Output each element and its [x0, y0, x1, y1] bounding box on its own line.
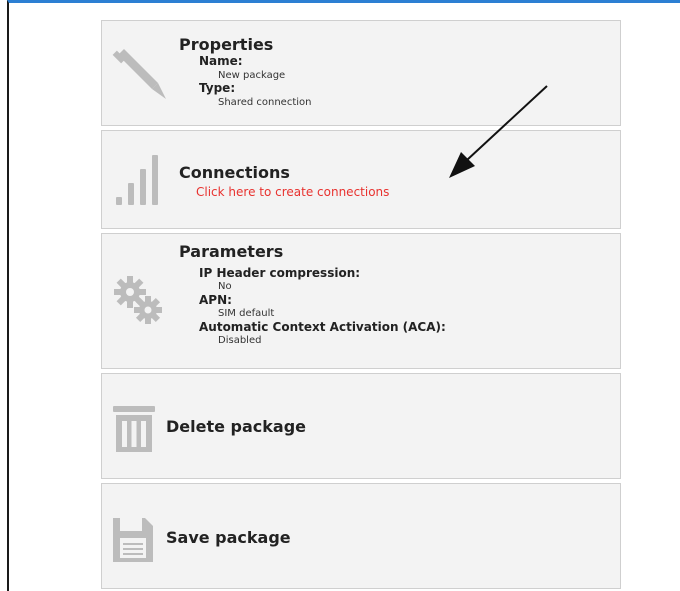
apn-label: APN:	[199, 293, 232, 307]
delete-package-button[interactable]: Delete package	[101, 373, 621, 479]
aca-label: Automatic Context Activation (ACA):	[199, 320, 446, 334]
save-package-label: Save package	[166, 528, 291, 547]
pen-icon	[112, 49, 166, 99]
signal-bars-icon	[116, 155, 158, 205]
gears-icon	[114, 276, 162, 324]
aca-value: Disabled	[218, 335, 262, 346]
ip-header-value: No	[218, 281, 232, 292]
name-label: Name:	[199, 54, 243, 68]
type-value: Shared connection	[218, 97, 312, 108]
connections-title: Connections	[179, 163, 290, 182]
parameters-card[interactable]: Parameters IP Header compression: No APN…	[101, 233, 621, 369]
app-frame: Properties Name: New package Type: Share…	[7, 0, 680, 591]
create-connections-link[interactable]: Click here to create connections	[196, 185, 389, 199]
save-package-button[interactable]: Save package	[101, 483, 621, 589]
delete-package-label: Delete package	[166, 417, 307, 436]
type-label: Type:	[199, 81, 236, 95]
apn-value: SIM default	[218, 308, 275, 319]
parameters-title: Parameters	[179, 242, 284, 261]
properties-title: Properties	[179, 35, 274, 54]
ip-header-label: IP Header compression:	[199, 266, 361, 280]
floppy-disk-icon	[113, 518, 153, 562]
name-value: New package	[218, 70, 286, 81]
arrow-icon	[449, 85, 548, 178]
trash-icon	[113, 406, 155, 452]
